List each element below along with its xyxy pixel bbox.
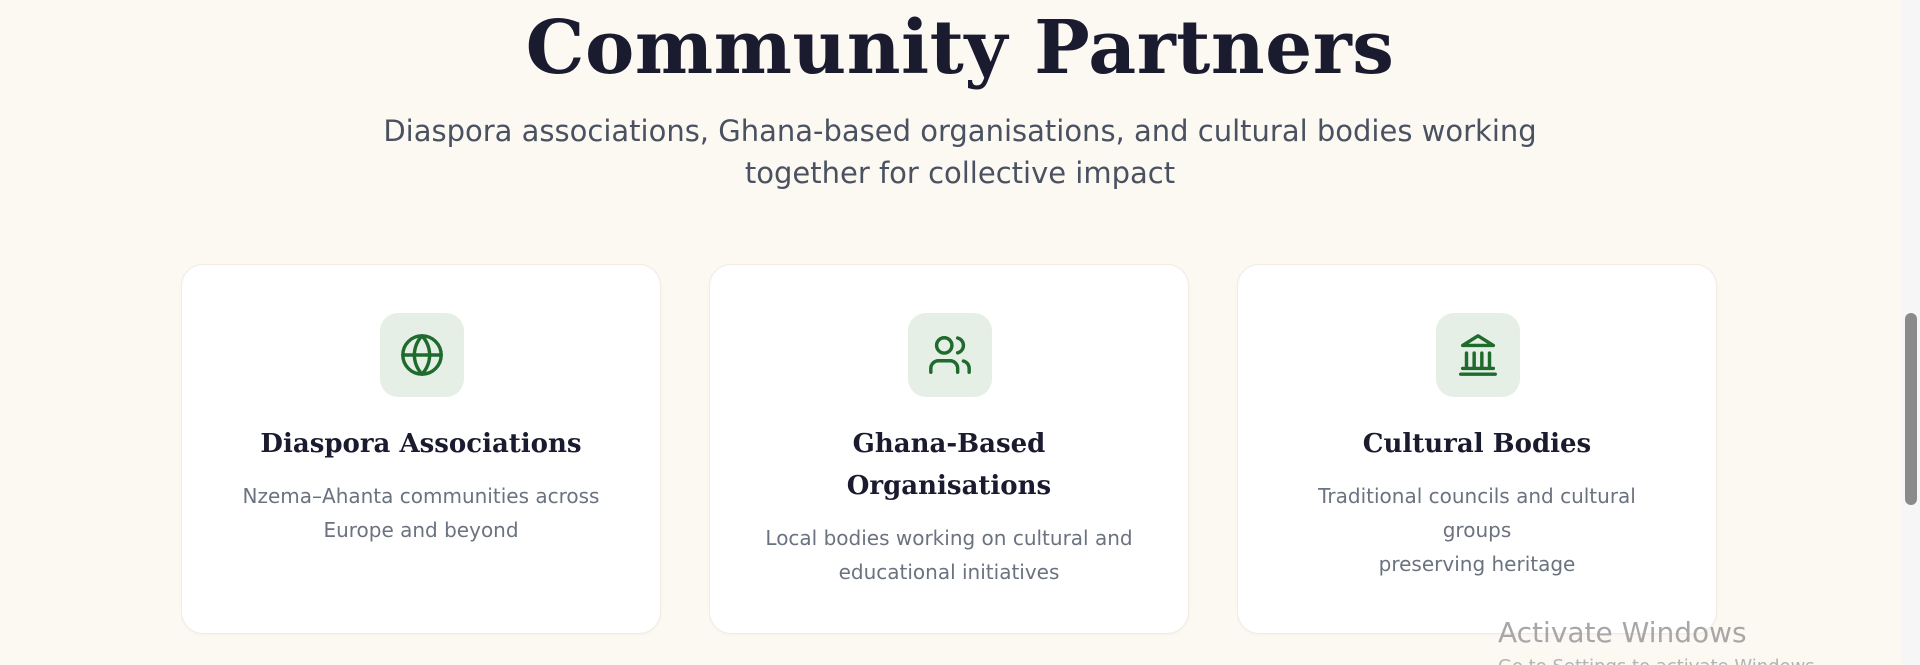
card-icon-box xyxy=(380,313,464,397)
partner-card-cultural-bodies: Cultural Bodies Traditional councils and… xyxy=(1237,264,1717,634)
activate-windows-subtext: Go to Settings to activate Windows. xyxy=(1498,656,1820,665)
partner-card-ghana-based: Ghana-Based Organisations Local bodies w… xyxy=(709,264,1189,634)
globe-icon xyxy=(401,334,443,376)
card-description-line-2: preserving heritage xyxy=(1378,552,1576,576)
card-description: Nzema–Ahanta communities across Europe a… xyxy=(242,479,600,547)
card-icon-box xyxy=(908,313,992,397)
card-title: Cultural Bodies xyxy=(1362,429,1592,459)
card-description-line-1: Nzema–Ahanta communities across xyxy=(242,484,600,508)
activate-windows-watermark: Activate Windows xyxy=(1498,616,1747,649)
card-title: Diaspora Associations xyxy=(260,429,582,459)
landmark-icon xyxy=(1459,334,1497,376)
users-icon xyxy=(929,336,971,374)
card-description-line-1: Local bodies working on cultural and xyxy=(765,526,1133,550)
card-description-line-1: Traditional councils and cultural groups xyxy=(1318,484,1636,542)
scrollbar-track[interactable] xyxy=(1902,0,1920,665)
card-description-line-2: educational initiatives xyxy=(838,560,1060,584)
scrollbar-thumb[interactable] xyxy=(1905,313,1917,505)
card-description: Local bodies working on cultural and edu… xyxy=(760,521,1138,589)
card-title: Ghana-Based Organisations xyxy=(830,423,1068,507)
subtitle-line-1: Diaspora associations, Ghana-based organ… xyxy=(383,114,1537,148)
subtitle-line-2: together for collective impact xyxy=(744,156,1176,190)
page: Community Partners Diaspora associations… xyxy=(0,0,1920,665)
card-description: Traditional councils and cultural groups… xyxy=(1288,479,1666,581)
partner-card-diaspora: Diaspora Associations Nzema–Ahanta commu… xyxy=(181,264,661,634)
card-description-line-2: Europe and beyond xyxy=(323,518,519,542)
card-icon-box xyxy=(1436,313,1520,397)
section-title: Community Partners xyxy=(525,5,1395,91)
card-title-line-1: Ghana-Based xyxy=(852,429,1046,459)
card-title-line-2: Organisations xyxy=(846,471,1052,501)
section-subtitle: Diaspora associations, Ghana-based organ… xyxy=(0,110,1920,194)
